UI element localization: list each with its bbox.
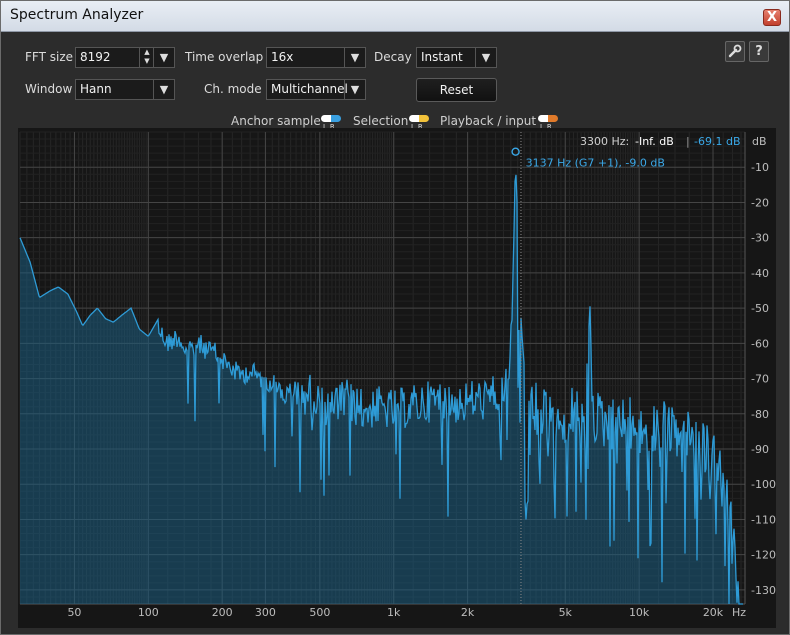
y-tick-label: -110 bbox=[751, 513, 776, 526]
x-tick-label: 2k bbox=[461, 606, 475, 619]
analyzer-panel: FFT size 8192 ▲ ▼ ▼ Time overlap 16x ▼ De… bbox=[3, 32, 787, 632]
x-tick-label: 500 bbox=[309, 606, 330, 619]
x-tick-label: 10k bbox=[629, 606, 650, 619]
y-tick-label: -100 bbox=[751, 478, 776, 491]
y-tick-label: -30 bbox=[751, 232, 769, 245]
spectrum-chart[interactable]: 50 100 200 300 500 1k 2k 5k 10k 20k -10 -20 -30 -40 -… bbox=[18, 128, 776, 628]
x-tick-label: 20k bbox=[703, 606, 724, 619]
y-tick-label: -130 bbox=[751, 584, 776, 597]
wrench-icon bbox=[728, 44, 742, 58]
fft-size-label: FFT size bbox=[25, 50, 74, 64]
readout-value-1: -Inf. dB bbox=[635, 135, 674, 148]
y-unit-label: dB bbox=[752, 135, 767, 148]
peak-label: 3137 Hz (G7 +1), -9.0 dB bbox=[526, 157, 665, 170]
chevron-down-icon[interactable]: ▼ bbox=[153, 80, 174, 99]
x-unit-label: Hz bbox=[732, 606, 746, 619]
chevron-down-icon[interactable]: ▼ bbox=[344, 80, 365, 99]
readout-frequency: 3300 Hz: bbox=[580, 135, 629, 148]
ch-mode-select[interactable]: Multichannel ▼ bbox=[266, 79, 366, 100]
title-bar[interactable]: Spectrum Analyzer X bbox=[1, 1, 789, 32]
legend-selection-label: Selection bbox=[353, 114, 409, 128]
help-button[interactable]: ? bbox=[749, 41, 769, 62]
x-tick-label: 50 bbox=[67, 606, 81, 619]
close-button[interactable]: X bbox=[763, 9, 781, 26]
anchor-swatch bbox=[321, 115, 341, 122]
y-tick-label: -80 bbox=[751, 408, 769, 421]
x-tick-label: 300 bbox=[255, 606, 276, 619]
chevron-down-icon[interactable]: ▼ bbox=[475, 48, 496, 67]
window-value: Hann bbox=[80, 82, 112, 96]
y-tick-label: -70 bbox=[751, 373, 769, 386]
decay-label: Decay bbox=[374, 50, 412, 64]
fft-size-value: 8192 bbox=[80, 50, 111, 64]
ch-mode-value: Multichannel bbox=[271, 82, 348, 96]
x-tick-label: 1k bbox=[387, 606, 401, 619]
time-overlap-select[interactable]: 16x ▼ bbox=[266, 47, 366, 68]
chevron-down-icon[interactable]: ▼ bbox=[344, 48, 365, 67]
y-tick-label: -60 bbox=[751, 337, 769, 350]
legend-playback-label: Playback / input bbox=[440, 114, 537, 128]
y-tick-label: -90 bbox=[751, 443, 769, 456]
y-tick-label: -50 bbox=[751, 302, 769, 315]
x-tick-label: 5k bbox=[559, 606, 573, 619]
window-select[interactable]: Hann ▼ bbox=[75, 79, 175, 100]
time-overlap-value: 16x bbox=[271, 50, 294, 64]
legend-anchor-label: Anchor sample bbox=[231, 114, 321, 128]
readout-separator: | bbox=[686, 135, 690, 148]
readout-value-2: -69.1 dB bbox=[694, 135, 741, 148]
y-tick-label: -20 bbox=[751, 196, 769, 209]
y-tick-label: -40 bbox=[751, 267, 769, 280]
x-tick-label: 100 bbox=[138, 606, 159, 619]
selection-swatch bbox=[409, 115, 429, 122]
decay-select[interactable]: Instant ▼ bbox=[416, 47, 497, 68]
y-tick-label: -10 bbox=[751, 161, 769, 174]
decay-value: Instant bbox=[421, 50, 463, 64]
chevron-down-icon[interactable]: ▼ bbox=[153, 48, 174, 67]
spectrum-analyzer-window: Spectrum Analyzer X FFT size 8192 ▲ ▼ ▼ T… bbox=[0, 0, 790, 635]
x-tick-label: 200 bbox=[212, 606, 233, 619]
window-title: Spectrum Analyzer bbox=[10, 7, 144, 23]
fft-size-stepper-icon[interactable]: ▲ ▼ bbox=[139, 48, 154, 67]
y-tick-label: -120 bbox=[751, 549, 776, 562]
playback-swatch bbox=[538, 115, 558, 122]
time-overlap-label: Time overlap bbox=[185, 50, 264, 64]
fft-size-select[interactable]: 8192 ▲ ▼ ▼ bbox=[75, 47, 175, 68]
reset-button[interactable]: Reset bbox=[416, 78, 497, 102]
ch-mode-label: Ch. mode bbox=[204, 82, 262, 96]
settings-wrench-button[interactable] bbox=[725, 41, 745, 62]
window-label: Window bbox=[25, 82, 73, 96]
